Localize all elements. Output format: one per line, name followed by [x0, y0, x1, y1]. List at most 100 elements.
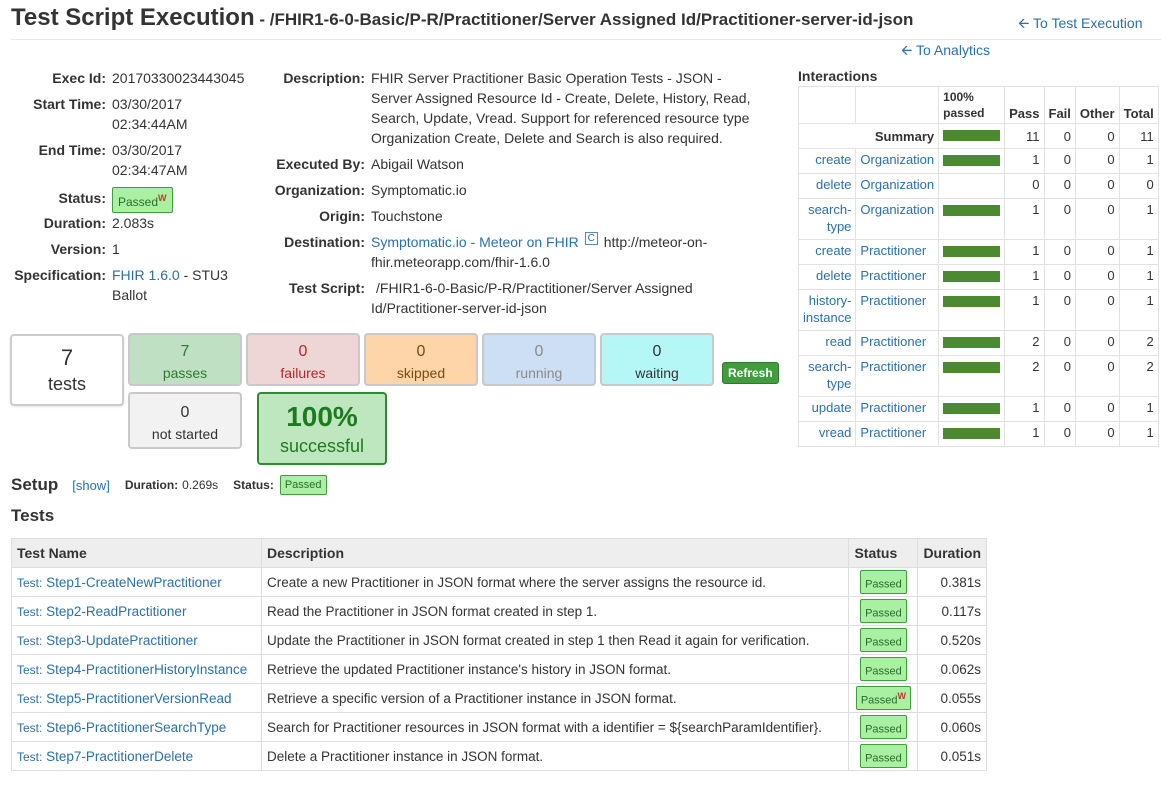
duration-label: Duration: [43, 215, 106, 231]
end-date: 03/30/2017 [112, 142, 183, 158]
description-line: Server Assigned Resource Id - Create, De… [371, 90, 751, 106]
operation-link[interactable]: update [812, 400, 852, 415]
test-name-link[interactable]: Step6-PractitionerSearchType [46, 720, 226, 735]
executed-by-link[interactable]: Abigail Watson [371, 154, 464, 174]
total-count: 1 [1118, 264, 1159, 290]
test-name-cell[interactable]: Test: Step5-PractitionerVersionRead [11, 683, 262, 713]
pass-bar [943, 271, 1001, 282]
setup-show-toggle[interactable]: [show] [72, 478, 110, 493]
test-name-link[interactable]: Step3-UpdatePractitioner [46, 633, 198, 648]
version-value: 1 [112, 241, 120, 257]
passes-box[interactable]: 7 passes [128, 333, 242, 386]
summary-total: 11 [1118, 123, 1159, 149]
col-fail: Fail [1043, 86, 1076, 124]
pass-count: 1 [1004, 148, 1045, 174]
operation-link[interactable]: history- [809, 293, 852, 308]
test-name-cell[interactable]: Test: Step3-UpdatePractitioner [11, 625, 262, 655]
skipped-box[interactable]: 0 skipped [364, 333, 478, 386]
origin-label: Origin: [319, 208, 365, 224]
test-name-cell[interactable]: Test: Step6-PractitionerSearchType [11, 712, 262, 742]
test-duration: 0.051s [917, 741, 987, 771]
operation-link[interactable]: search- [808, 202, 851, 217]
pass-bar-cell [938, 355, 1006, 397]
failures-count: 0 [298, 343, 308, 360]
operation-link-cont[interactable]: type [827, 376, 852, 391]
not-started-label: not started [151, 426, 219, 442]
test-script-link[interactable]: /FHIR1-6-0-Basic/P-R/Practitioner/Server… [371, 278, 693, 318]
operation-link[interactable]: create [815, 152, 851, 167]
not-started-box[interactable]: 0 not started [128, 392, 242, 449]
waiting-label: waiting [635, 365, 679, 381]
pass-count: 1 [1004, 198, 1045, 240]
test-status-badge: PassedW [855, 685, 912, 711]
test-name-link[interactable]: Step2-ReadPractitioner [46, 604, 186, 619]
to-analytics-link[interactable]: 🡨 To Analytics [901, 40, 990, 64]
destination-link[interactable]: Symptomatic.io - Meteor on FHIR [371, 234, 579, 250]
arrow-left-icon: 🡨 [901, 42, 913, 58]
resource-link[interactable]: Practitioner [860, 334, 926, 349]
resource-cell: Practitioner [855, 330, 940, 356]
version-label: Version: [50, 241, 106, 257]
setup-duration: 0.269s [182, 478, 219, 492]
conformance-icon[interactable]: C [584, 232, 598, 245]
fail-count: 0 [1043, 198, 1076, 240]
fail-count: 0 [1043, 264, 1076, 290]
fail-count: 0 [1043, 289, 1076, 331]
failures-box[interactable]: 0 failures [246, 333, 360, 386]
test-duration: 0.520s [917, 625, 987, 655]
start-time: 02:34:44AM [112, 116, 188, 132]
warning-marker: W [897, 690, 907, 701]
operation-link[interactable]: read [825, 334, 851, 349]
resource-link[interactable]: Practitioner [860, 359, 926, 374]
interactions-summary-row: Summary 11 0 0 11 [797, 123, 1159, 149]
success-label: successful [279, 436, 365, 456]
test-status-badge: Passed [860, 656, 907, 682]
operation-link[interactable]: delete [816, 177, 851, 192]
tests-count-box: 7 tests [10, 334, 124, 406]
table-row: Test: Step3-UpdatePractitioner Update the… [11, 625, 987, 655]
pass-count: 1 [1004, 239, 1045, 265]
refresh-button[interactable]: Refresh [722, 362, 779, 384]
col-description[interactable]: Description [260, 538, 850, 568]
running-box[interactable]: 0 running [482, 333, 596, 386]
col-status[interactable]: Status [848, 538, 919, 568]
col-duration[interactable]: Duration [917, 538, 987, 568]
resource-link[interactable]: Organization [860, 202, 934, 217]
test-prefix: Test: [17, 575, 43, 590]
test-name-link[interactable]: Step4-PractitionerHistoryInstance [46, 662, 247, 677]
operation-link[interactable]: create [815, 243, 851, 258]
arrow-left-icon: 🡨 [1018, 15, 1030, 31]
operation-link[interactable]: delete [816, 268, 851, 283]
resource-link[interactable]: Practitioner [860, 400, 926, 415]
operation-link[interactable]: vread [819, 425, 852, 440]
other-count: 0 [1074, 421, 1120, 447]
operation-cell: delete [797, 264, 857, 290]
organization-link[interactable]: Symptomatic.io [371, 180, 467, 200]
resource-link[interactable]: Practitioner [860, 268, 926, 283]
resource-link[interactable]: Organization [860, 152, 934, 167]
operation-link[interactable]: search- [808, 359, 851, 374]
test-name-cell[interactable]: Test: Step1-CreateNewPractitioner [11, 567, 262, 597]
interaction-row: delete Practitioner 1 0 0 1 [797, 264, 1159, 290]
resource-link[interactable]: Practitioner [860, 243, 926, 258]
tests-title: Tests [11, 506, 55, 525]
pass-bar-cell [938, 239, 1006, 265]
test-name-link[interactable]: Step5-PractitionerVersionRead [46, 691, 231, 706]
col-test-name[interactable]: Test Name [11, 538, 262, 568]
to-test-execution-link[interactable]: 🡨 To Test Execution [1018, 13, 1143, 37]
waiting-box[interactable]: 0 waiting [600, 333, 714, 386]
resource-link[interactable]: Practitioner [860, 293, 926, 308]
test-name-cell[interactable]: Test: Step7-PractitionerDelete [11, 741, 262, 771]
test-name-link[interactable]: Step1-CreateNewPractitioner [46, 575, 222, 590]
resource-cell: Organization [855, 173, 940, 199]
operation-link-cont[interactable]: type [827, 219, 852, 234]
test-name-cell[interactable]: Test: Step4-PractitionerHistoryInstance [11, 654, 262, 684]
spec-link[interactable]: FHIR 1.6.0 [112, 267, 180, 283]
test-description: Retrieve a specific version of a Practit… [260, 683, 850, 713]
operation-link-cont[interactable]: instance [803, 310, 851, 325]
pass-bar [943, 155, 1001, 166]
resource-link[interactable]: Practitioner [860, 425, 926, 440]
test-name-link[interactable]: Step7-PractitionerDelete [46, 749, 193, 764]
test-name-cell[interactable]: Test: Step2-ReadPractitioner [11, 596, 262, 626]
resource-link[interactable]: Organization [860, 177, 934, 192]
